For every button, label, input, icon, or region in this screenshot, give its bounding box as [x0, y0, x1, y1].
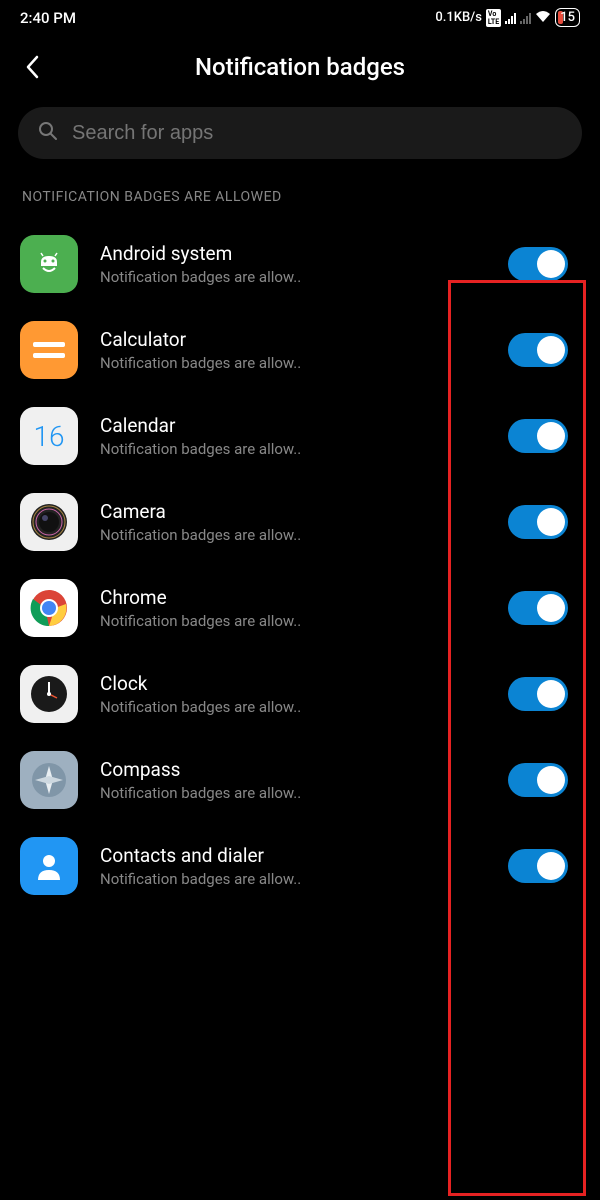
app-text: Android system Notification badges are a…	[100, 242, 486, 286]
app-text: Contacts and dialer Notification badges …	[100, 844, 486, 888]
header: Notification badges	[0, 31, 600, 107]
compass-icon	[20, 751, 78, 809]
app-name: Clock	[100, 672, 486, 695]
app-subtitle: Notification badges are allow..	[100, 784, 486, 802]
app-row-android-system[interactable]: Android system Notification badges are a…	[20, 221, 580, 307]
android-icon	[20, 235, 78, 293]
calculator-icon	[20, 321, 78, 379]
toggle-contacts[interactable]	[508, 849, 568, 883]
app-text: Calendar Notification badges are allow..	[100, 414, 486, 458]
app-row-compass[interactable]: Compass Notification badges are allow..	[20, 737, 580, 823]
volte-icon: VoLTE	[486, 9, 501, 27]
app-list: Android system Notification badges are a…	[0, 221, 600, 909]
section-header: NOTIFICATION BADGES ARE ALLOWED	[0, 183, 600, 221]
app-name: Calendar	[100, 414, 486, 437]
signal-icon	[505, 12, 516, 24]
app-text: Clock Notification badges are allow..	[100, 672, 486, 716]
app-name: Android system	[100, 242, 486, 265]
toggle-calendar[interactable]	[508, 419, 568, 453]
app-text: Calculator Notification badges are allow…	[100, 328, 486, 372]
app-row-chrome[interactable]: Chrome Notification badges are allow..	[20, 565, 580, 651]
toggle-compass[interactable]	[508, 763, 568, 797]
status-time: 2:40 PM	[20, 9, 76, 27]
app-row-calendar[interactable]: 16 Calendar Notification badges are allo…	[20, 393, 580, 479]
app-subtitle: Notification badges are allow..	[100, 612, 486, 630]
app-row-contacts[interactable]: Contacts and dialer Notification badges …	[20, 823, 580, 909]
toggle-android-system[interactable]	[508, 247, 568, 281]
app-row-clock[interactable]: Clock Notification badges are allow..	[20, 651, 580, 737]
search-box[interactable]	[18, 107, 582, 159]
signal-icon-2	[520, 12, 531, 24]
app-subtitle: Notification badges are allow..	[100, 354, 486, 372]
app-name: Compass	[100, 758, 486, 781]
clock-icon	[20, 665, 78, 723]
page-title: Notification badges	[195, 53, 405, 81]
app-subtitle: Notification badges are allow..	[100, 698, 486, 716]
app-row-calculator[interactable]: Calculator Notification badges are allow…	[20, 307, 580, 393]
status-bar: 2:40 PM 0.1KB/s VoLTE 15	[0, 0, 600, 31]
toggle-camera[interactable]	[508, 505, 568, 539]
calendar-icon: 16	[20, 407, 78, 465]
app-subtitle: Notification badges are allow..	[100, 268, 486, 286]
app-subtitle: Notification badges are allow..	[100, 870, 486, 888]
battery-icon: 15	[555, 8, 580, 27]
chrome-icon	[20, 579, 78, 637]
toggle-calculator[interactable]	[508, 333, 568, 367]
camera-icon	[20, 493, 78, 551]
toggle-clock[interactable]	[508, 677, 568, 711]
app-text: Chrome Notification badges are allow..	[100, 586, 486, 630]
app-name: Calculator	[100, 328, 486, 351]
app-text: Compass Notification badges are allow..	[100, 758, 486, 802]
app-row-camera[interactable]: Camera Notification badges are allow..	[20, 479, 580, 565]
app-name: Contacts and dialer	[100, 844, 486, 867]
status-right: 0.1KB/s VoLTE 15	[435, 8, 580, 27]
search-input[interactable]	[72, 122, 562, 145]
app-subtitle: Notification badges are allow..	[100, 440, 486, 458]
app-name: Chrome	[100, 586, 486, 609]
back-button[interactable]	[16, 51, 48, 83]
contacts-icon	[20, 837, 78, 895]
toggle-chrome[interactable]	[508, 591, 568, 625]
network-speed: 0.1KB/s	[435, 10, 482, 25]
app-name: Camera	[100, 500, 486, 523]
wifi-icon	[535, 10, 551, 26]
search-icon	[38, 121, 58, 145]
app-subtitle: Notification badges are allow..	[100, 526, 486, 544]
app-text: Camera Notification badges are allow..	[100, 500, 486, 544]
